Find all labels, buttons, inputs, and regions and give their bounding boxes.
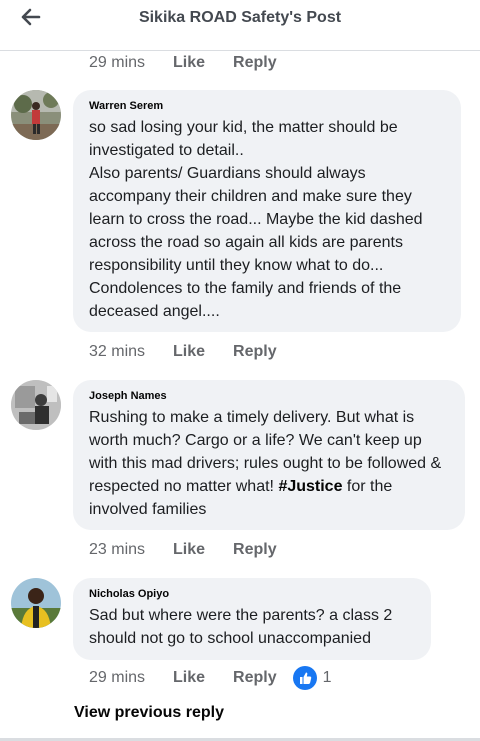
comment-bubble: Warren Serem so sad losing your kid, the…	[73, 90, 461, 332]
comment-author[interactable]: Nicholas Opiyo	[89, 588, 415, 600]
like-button[interactable]: Like	[173, 343, 205, 361]
comment-author[interactable]: Joseph Names	[89, 390, 449, 402]
avatar-joseph-names[interactable]	[11, 380, 61, 430]
reply-button[interactable]: Reply	[233, 343, 277, 361]
comment-text: Rushing to make a timely delivery. But w…	[89, 406, 449, 521]
page-title: Sikika ROAD Safety's Post	[138, 9, 342, 26]
comment-meta: 29 mins Like Reply 1	[89, 666, 332, 690]
comment-time: 29 mins	[89, 54, 146, 71]
reply-button[interactable]: Reply	[233, 54, 277, 72]
view-previous-reply-link[interactable]: View previous reply	[74, 704, 224, 722]
comment-author[interactable]: Warren Serem	[89, 100, 445, 112]
comment-meta-top: 29 mins Like Reply	[89, 51, 305, 75]
comment-meta: 23 mins Like Reply	[89, 538, 305, 562]
comment-meta: 32 mins Like Reply	[89, 340, 305, 364]
comment-bubble: Joseph Names Rushing to make a timely de…	[73, 380, 465, 530]
avatar-nicholas-opiyo[interactable]	[11, 578, 61, 628]
comment-time: 32 mins	[89, 343, 146, 360]
like-thumb-icon	[292, 666, 317, 690]
like-button[interactable]: Like	[173, 669, 205, 687]
comment-bubble: Nicholas Opiyo Sad but where were the pa…	[73, 578, 431, 660]
hashtag-link[interactable]: #Justice	[278, 478, 342, 495]
comment-text: so sad losing your kid, the matter shoul…	[89, 119, 423, 320]
comment-time: 23 mins	[89, 541, 146, 558]
post-header: Sikika ROAD Safety's Post	[0, 0, 480, 51]
avatar-warren-serem[interactable]	[11, 90, 61, 140]
comment-time: 29 mins	[89, 669, 146, 686]
like-button[interactable]: Like	[173, 54, 205, 72]
like-button[interactable]: Like	[173, 541, 205, 559]
reply-button[interactable]: Reply	[233, 541, 277, 559]
reaction-count: 1	[322, 669, 332, 686]
reply-button[interactable]: Reply	[233, 669, 277, 687]
comment-text: Sad but where were the parents? a class …	[89, 607, 393, 647]
reaction-summary[interactable]: 1	[292, 666, 332, 690]
